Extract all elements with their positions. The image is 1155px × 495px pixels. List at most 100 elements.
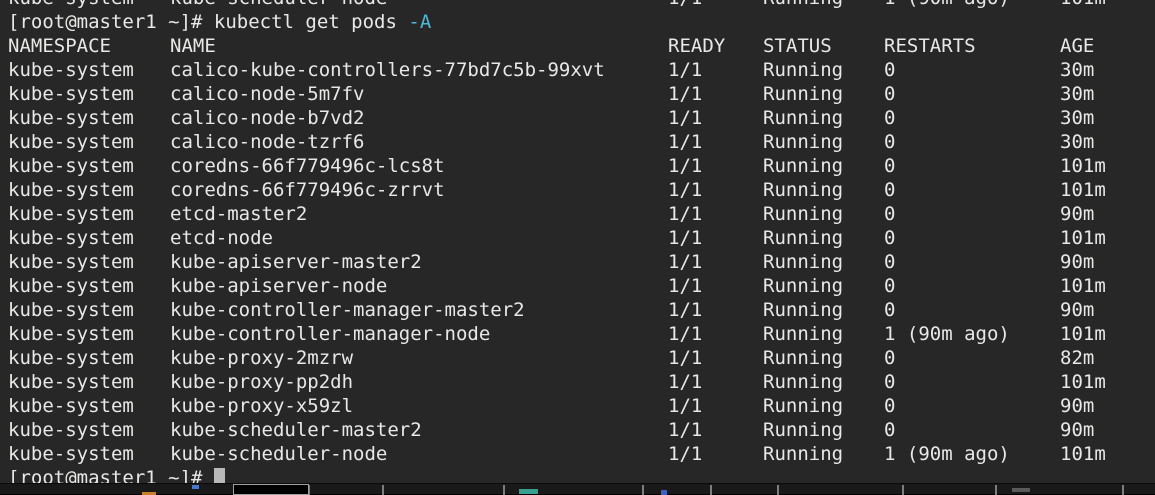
cell-namespace: kube-system	[8, 274, 170, 298]
cell-restarts: 1 (90m ago)	[884, 322, 1060, 346]
cell-name: kube-apiserver-node	[170, 274, 668, 298]
cell-ready: 1/1	[668, 154, 763, 178]
terminal-cursor[interactable]	[214, 468, 225, 484]
cell-namespace: kube-system	[8, 130, 170, 154]
terminal-window[interactable]: kube-system kube-scheduler-node 1/1 Runn…	[0, 0, 1155, 483]
cell-status: Running	[763, 418, 884, 442]
cell-name: kube-proxy-pp2dh	[170, 370, 668, 394]
cell-name: kube-apiserver-master2	[170, 250, 668, 274]
cell-namespace: kube-system	[8, 394, 170, 418]
table-row: kube-system etcd-master2 1/1 Running 0 9…	[0, 202, 1155, 226]
table-row: kube-system kube-apiserver-node 1/1 Runn…	[0, 274, 1155, 298]
table-row: kube-system calico-kube-controllers-77bd…	[0, 58, 1155, 82]
prompt-line[interactable]: [root@master1 ~]#	[0, 466, 1155, 483]
cell-ready: 1/1	[668, 130, 763, 154]
cell-status: Running	[763, 226, 884, 250]
cell-restarts: 0	[884, 202, 1060, 226]
cell-age: 82m	[1060, 346, 1155, 370]
cell-age: 101m	[1060, 226, 1155, 250]
cell-age: 101m	[1060, 442, 1155, 466]
table-row: kube-system kube-proxy-pp2dh 1/1 Running…	[0, 370, 1155, 394]
cell-age: 101m	[1060, 0, 1155, 10]
cell-restarts: 0	[884, 370, 1060, 394]
cell-name: calico-node-tzrf6	[170, 130, 668, 154]
cell-age: 101m	[1060, 154, 1155, 178]
cell-status: Running	[763, 154, 884, 178]
cell-age: 101m	[1060, 178, 1155, 202]
cell-name: kube-proxy-x59zl	[170, 394, 668, 418]
cell-age: 90m	[1060, 298, 1155, 322]
table-row: kube-system coredns-66f779496c-lcs8t 1/1…	[0, 154, 1155, 178]
cell-name: kube-scheduler-master2	[170, 418, 668, 442]
cell-age: 90m	[1060, 418, 1155, 442]
cell-status: Running	[763, 178, 884, 202]
table-row: kube-system kube-apiserver-master2 1/1 R…	[0, 250, 1155, 274]
cell-name: kube-controller-manager-master2	[170, 298, 668, 322]
table-row: kube-system kube-proxy-2mzrw 1/1 Running…	[0, 346, 1155, 370]
cell-ready: 1/1	[668, 226, 763, 250]
cell-ready: 1/1	[668, 394, 763, 418]
active-window-thumbnail[interactable]	[233, 484, 309, 495]
cell-namespace: kube-system	[8, 106, 170, 130]
cell-name: kube-scheduler-node	[170, 0, 668, 10]
cell-namespace: kube-system	[8, 154, 170, 178]
cell-ready: 1/1	[668, 346, 763, 370]
cell-status: Running	[763, 130, 884, 154]
cell-namespace: kube-system	[8, 82, 170, 106]
cell-namespace: kube-system	[8, 298, 170, 322]
cell-name: kube-controller-manager-node	[170, 322, 668, 346]
cell-age: 90m	[1060, 250, 1155, 274]
cell-namespace: kube-system	[8, 418, 170, 442]
cell-status: Running	[763, 394, 884, 418]
cell-restarts: 1 (90m ago)	[884, 0, 1060, 10]
cell-namespace: kube-system	[8, 346, 170, 370]
cell-restarts: 0	[884, 58, 1060, 82]
cell-ready: 1/1	[668, 178, 763, 202]
header-status: STATUS	[763, 34, 884, 58]
cell-age: 101m	[1060, 322, 1155, 346]
cell-ready: 1/1	[668, 202, 763, 226]
table-row: kube-system calico-node-5m7fv 1/1 Runnin…	[0, 82, 1155, 106]
cell-namespace: kube-system	[8, 202, 170, 226]
cell-ready: 1/1	[668, 370, 763, 394]
cell-ready: 1/1	[668, 442, 763, 466]
command-text: kubectl get pods	[214, 11, 408, 33]
table-row: kube-system etcd-node 1/1 Running 0 101m	[0, 226, 1155, 250]
cell-status: Running	[763, 274, 884, 298]
cell-status: Running	[763, 298, 884, 322]
teal-icon-fragment[interactable]	[519, 489, 538, 494]
cell-name: calico-node-b7vd2	[170, 106, 668, 130]
cell-ready: 1/1	[668, 58, 763, 82]
cell-status: Running	[763, 322, 884, 346]
cell-age: 30m	[1060, 106, 1155, 130]
cell-restarts: 0	[884, 82, 1060, 106]
cell-namespace: kube-system	[8, 370, 170, 394]
cell-ready: 1/1	[668, 322, 763, 346]
taskbar[interactable]	[0, 483, 1155, 494]
cell-restarts: 0	[884, 274, 1060, 298]
cell-namespace: kube-system	[8, 250, 170, 274]
table-row: kube-system calico-node-b7vd2 1/1 Runnin…	[0, 106, 1155, 130]
cell-name: kube-proxy-2mzrw	[170, 346, 668, 370]
cell-name: etcd-node	[170, 226, 668, 250]
table-row: kube-system kube-proxy-x59zl 1/1 Running…	[0, 394, 1155, 418]
command-flag: -A	[408, 11, 431, 33]
cell-age: 101m	[1060, 370, 1155, 394]
header-ready: READY	[668, 34, 763, 58]
cell-name: etcd-master2	[170, 202, 668, 226]
header-namespace: NAMESPACE	[8, 34, 170, 58]
cell-age: 101m	[1060, 274, 1155, 298]
cell-ready: 1/1	[668, 106, 763, 130]
cell-namespace: kube-system	[8, 178, 170, 202]
blue-icon-fragment[interactable]	[661, 490, 667, 495]
app-icon-fragment[interactable]	[192, 485, 199, 489]
cell-restarts: 0	[884, 154, 1060, 178]
cell-namespace: kube-system	[8, 442, 170, 466]
command-line: [root@master1 ~]# kubectl get pods -A	[0, 10, 1155, 34]
header-name: NAME	[170, 34, 668, 58]
cell-restarts: 0	[884, 298, 1060, 322]
gray-icon-fragment[interactable]	[1012, 488, 1030, 492]
table-row: kube-system kube-scheduler-master2 1/1 R…	[0, 418, 1155, 442]
table-row: kube-system kube-controller-manager-node…	[0, 322, 1155, 346]
cell-status: Running	[763, 82, 884, 106]
